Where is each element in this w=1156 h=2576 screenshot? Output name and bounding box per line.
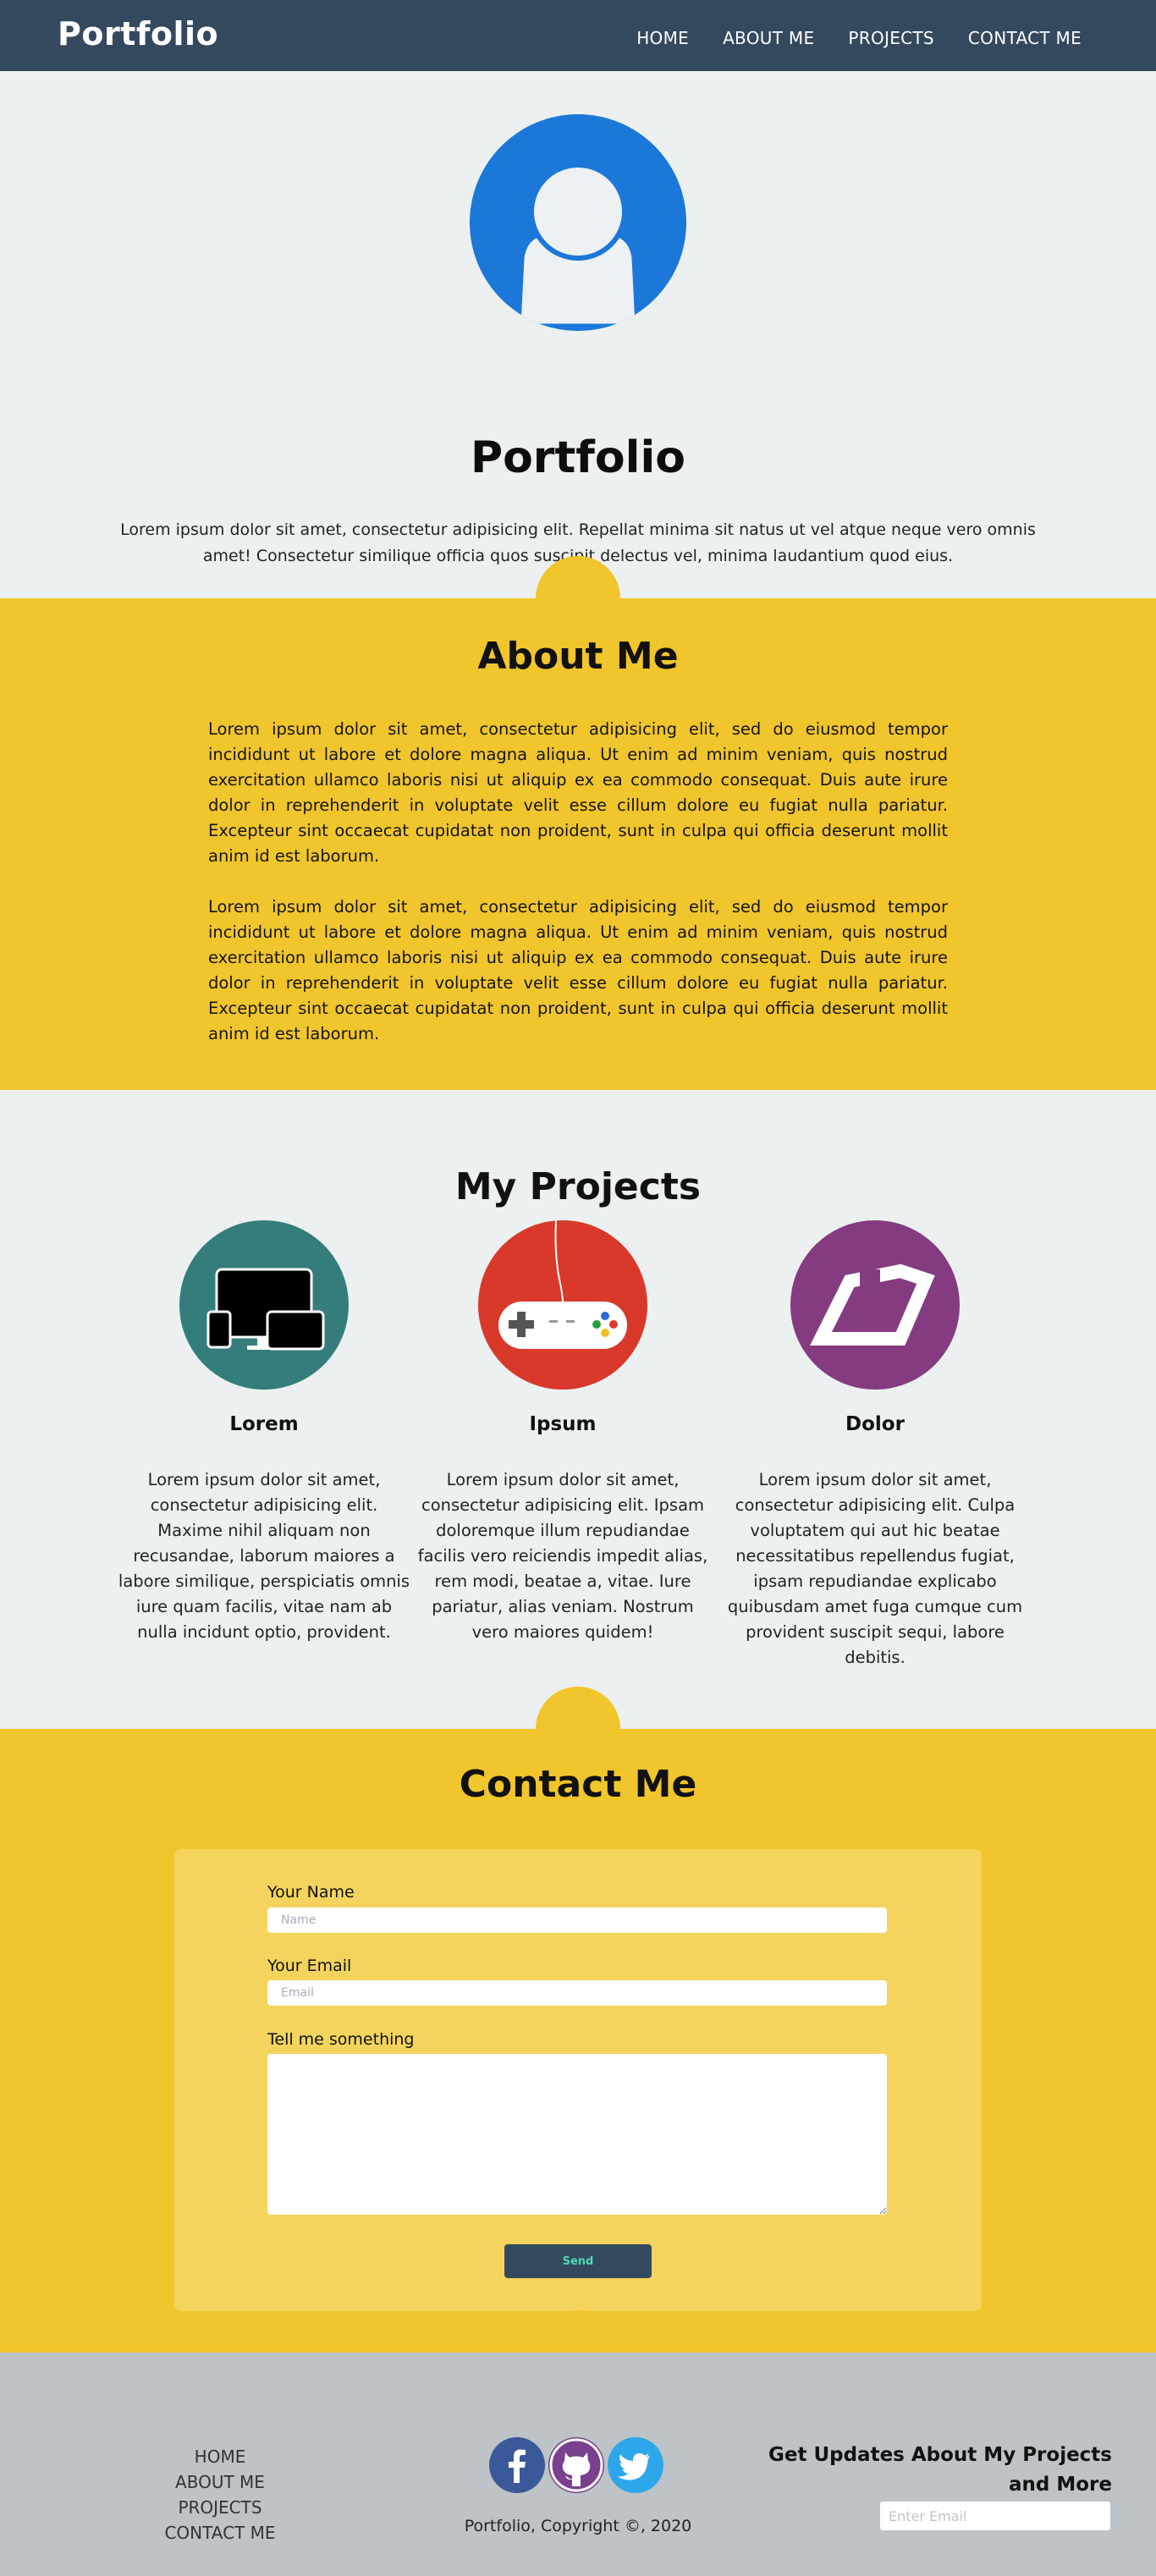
about-paragraph: Lorem ipsum dolor sit amet, consectetur … (208, 719, 948, 866)
github-icon[interactable] (548, 2437, 604, 2493)
projects-section: My Projects Lorem Lorem ipsum dolor sit … (0, 1090, 1156, 1771)
user-avatar-icon (470, 114, 686, 331)
nav-link-projects[interactable]: PROJECTS (848, 28, 934, 48)
devices-icon[interactable] (179, 1220, 349, 1390)
updates-title: Get Updates About My Projects and More (768, 2444, 1112, 2496)
contact-section: Contact Me Your Name Your Email Tell me … (0, 1729, 1156, 2395)
navbar: Portfolio HOME ABOUT ME PROJECTS CONTACT… (0, 0, 1156, 71)
project-name: Ipsum (529, 1413, 597, 1435)
hero-title: Portfolio (470, 432, 686, 483)
name-field[interactable] (267, 1907, 887, 1933)
nav-link-about-me[interactable]: ABOUT ME (723, 28, 814, 48)
contact-title: Contact Me (459, 1763, 697, 1806)
project-name: Dolor (845, 1413, 905, 1435)
main-nav: HOME ABOUT ME PROJECTS CONTACT ME (603, 28, 1082, 48)
twitter-icon[interactable] (608, 2437, 663, 2493)
contact-form: Your Name Your Email Tell me something S… (174, 1849, 982, 2311)
footer-link-about-me[interactable]: ABOUT ME (144, 2469, 296, 2495)
brand-logo[interactable]: Portfolio (58, 15, 218, 52)
project-description: Lorem ipsum dolor sit amet, consectetur … (118, 1470, 410, 1642)
message-label: Tell me something (267, 2030, 415, 2049)
parallelogram-logo-icon[interactable] (790, 1220, 960, 1390)
nav-link-home[interactable]: HOME (636, 28, 689, 48)
hero-section: Portfolio Lorem ipsum dolor sit amet, co… (0, 71, 1156, 641)
nav-link-contact-me[interactable]: CONTACT ME (968, 28, 1082, 48)
projects-title: My Projects (454, 1165, 702, 1208)
facebook-icon[interactable] (489, 2437, 545, 2493)
project-description: Lorem ipsum dolor sit amet, consectetur … (727, 1470, 1023, 1667)
about-title: About Me (477, 635, 679, 678)
about-paragraph: Lorem ipsum dolor sit amet, consectetur … (208, 897, 948, 1043)
about-section: About Me Lorem ipsum dolor sit amet, con… (0, 598, 1156, 1132)
updates-email-input[interactable] (880, 2502, 1110, 2530)
project-name: Lorem (229, 1413, 299, 1435)
email-field[interactable] (267, 1980, 887, 2006)
footer-link-home[interactable]: HOME (144, 2444, 296, 2469)
project-description: Lorem ipsum dolor sit amet, consectetur … (417, 1470, 708, 1642)
name-label: Your Name (267, 1883, 355, 1902)
footer: HOME ABOUT ME PROJECTS CONTACT ME Portfo… (0, 2353, 1156, 2576)
message-textarea[interactable] (267, 2054, 887, 2215)
email-label: Your Email (267, 1957, 352, 1975)
gamepad-icon[interactable] (478, 1220, 647, 1390)
send-button[interactable]: Send (504, 2244, 652, 2278)
